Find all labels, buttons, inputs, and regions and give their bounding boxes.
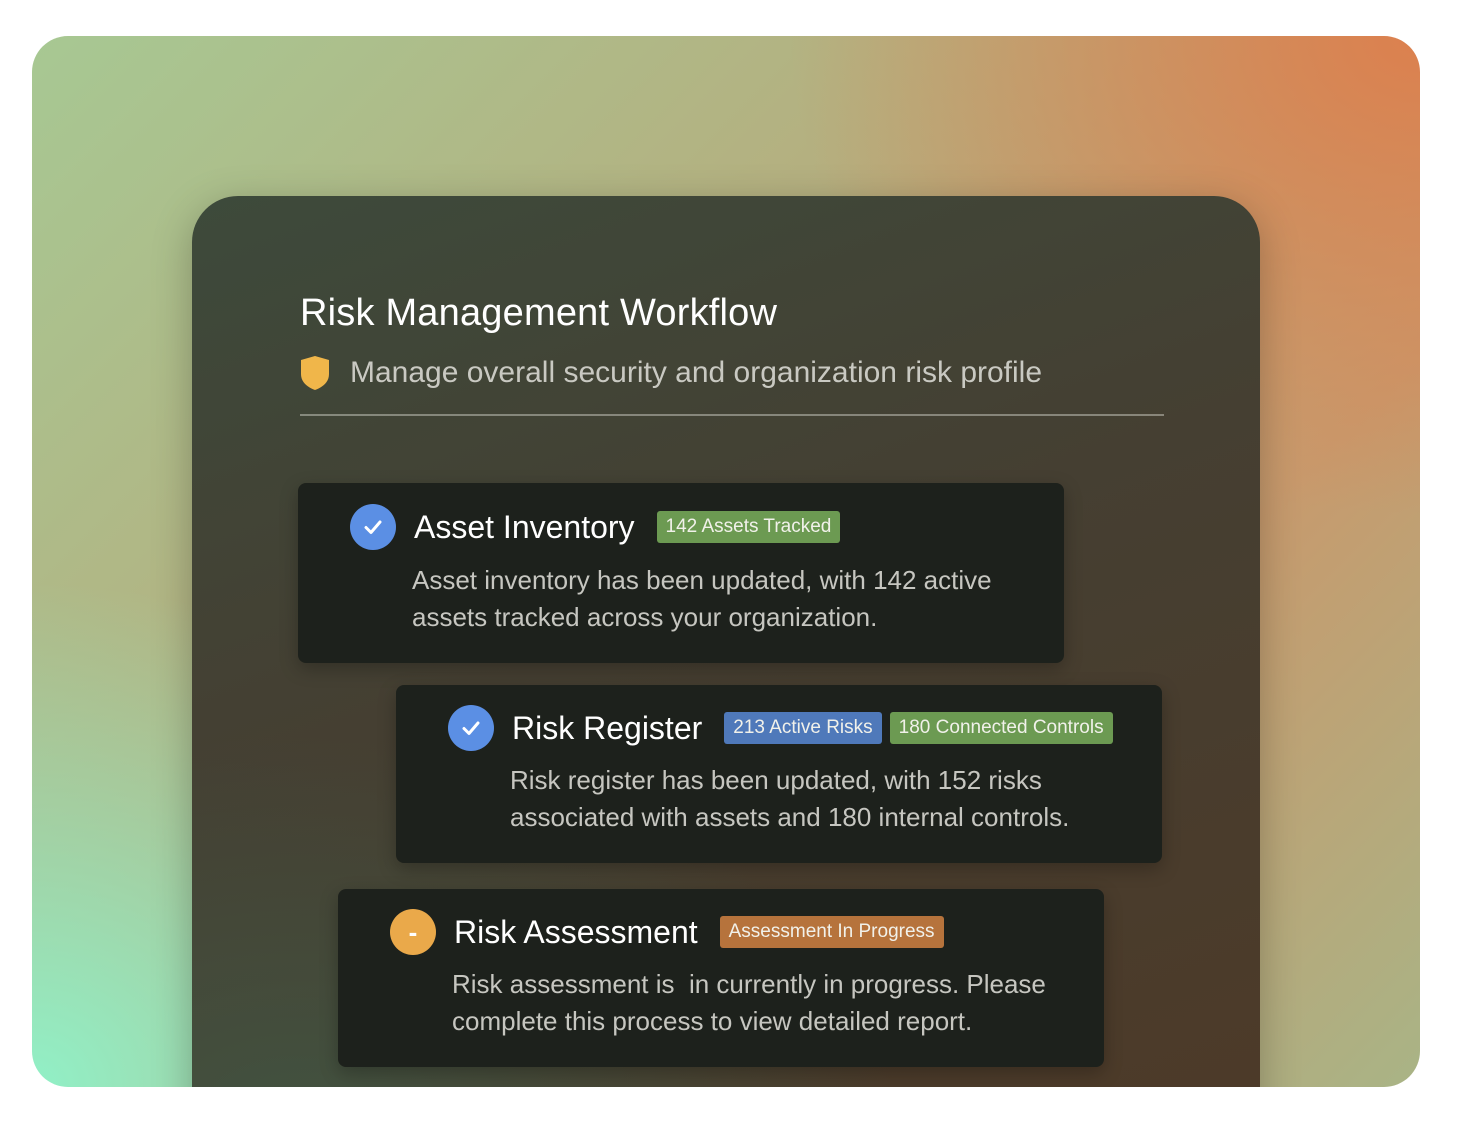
gradient-backdrop: Risk Management Workflow Manage overall … [32,36,1420,1087]
step-title: Asset Inventory [414,508,635,545]
page-subtitle: Manage overall security and organization… [350,356,1043,389]
page-title: Risk Management Workflow [300,292,778,334]
workflow-panel: Risk Management Workflow Manage overall … [192,196,1260,1087]
step-description: Risk assessment is in currently in progr… [452,969,1054,1036]
divider [300,414,1164,416]
check-icon [448,705,494,751]
status-badge: 142 Assets Tracked [656,511,841,543]
shield-icon [301,356,329,390]
status-badge: Assessment In Progress [719,916,944,948]
step-title: Risk Register [512,709,703,746]
check-icon [350,504,396,550]
step-header: Asset Inventory 142 Assets Tracked [350,504,841,550]
step-card-risk-register[interactable]: Risk Register 213 Active Risks 180 Conne… [396,685,1162,863]
step-card-risk-assessment[interactable]: - Risk Assessment Assessment In Progress… [338,889,1104,1067]
subtitle-row: Manage overall security and organization… [298,354,1042,392]
step-card-asset-inventory[interactable]: Asset Inventory 142 Assets Tracked Asset… [298,483,1064,663]
step-header: Risk Register 213 Active Risks 180 Conne… [448,705,1113,751]
status-badge: 180 Connected Controls [889,712,1113,744]
step-description: Asset inventory has been updated, with 1… [412,565,992,632]
step-title: Risk Assessment [454,913,698,950]
status-badge: 213 Active Risks [724,712,882,744]
step-header: - Risk Assessment Assessment In Progress [390,909,944,955]
minus-icon: - [390,909,436,955]
step-description: Risk register has been updated, with 152… [510,765,1070,832]
